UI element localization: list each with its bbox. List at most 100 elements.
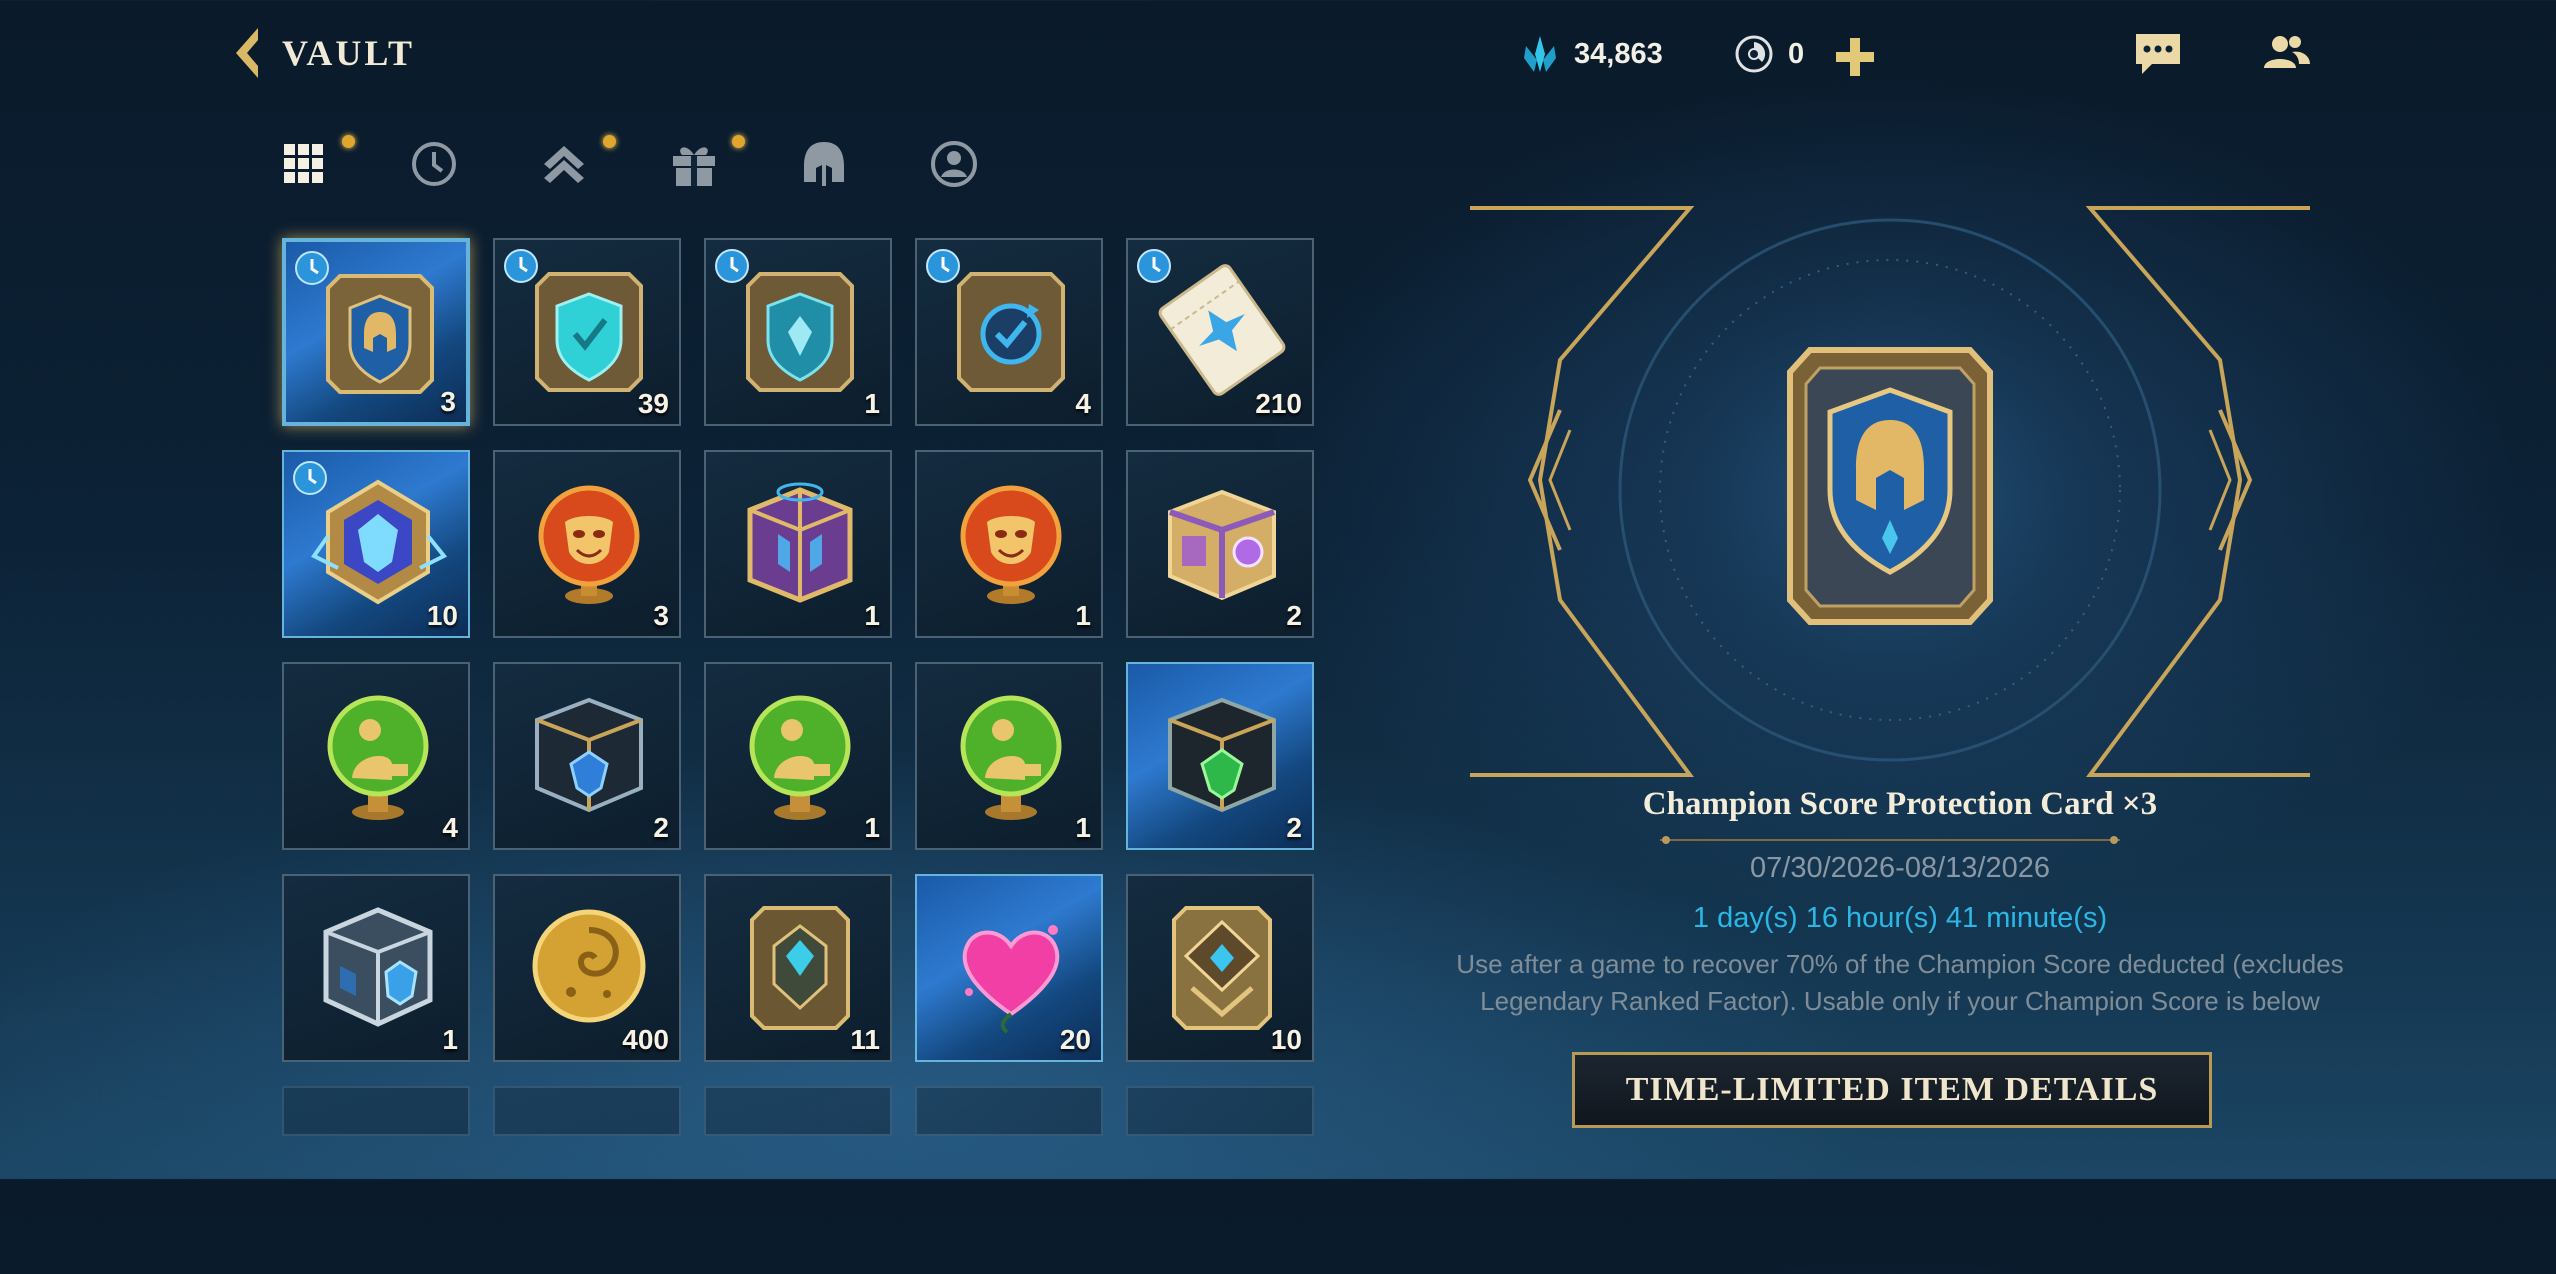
- tab-gifts[interactable]: [666, 136, 722, 192]
- vault-item-slot-partial[interactable]: [282, 1086, 470, 1136]
- vault-item-slot[interactable]: 2: [1126, 662, 1314, 850]
- item-count: 1: [864, 600, 880, 631]
- vault-item-slot[interactable]: 210: [1126, 238, 1314, 426]
- notification-dot: [603, 135, 616, 148]
- add-currency-button[interactable]: [1832, 34, 1878, 80]
- item-count: 4: [1075, 388, 1091, 419]
- vault-item-slot[interactable]: 10: [282, 450, 470, 638]
- helmet-icon: [804, 142, 844, 186]
- crystal-balance: 34,863: [1518, 32, 1663, 76]
- pink-heart-icon: [962, 925, 1060, 1034]
- item-description: Use after a game to recover 70% of the C…: [1456, 949, 2344, 1016]
- vault-item-slot[interactable]: 20: [915, 874, 1103, 1062]
- tab-all-items[interactable]: [276, 136, 332, 192]
- item-count: 1: [1075, 600, 1091, 631]
- tab-champions[interactable]: [796, 136, 852, 192]
- item-count: 11: [850, 1024, 880, 1055]
- time-limited-clock-icon: [295, 251, 329, 285]
- profile-icon: [931, 141, 977, 187]
- tab-rank[interactable]: [536, 136, 592, 192]
- notification-dot: [342, 135, 355, 148]
- vault-item-slot[interactable]: 3: [282, 238, 470, 426]
- vault-item-slot[interactable]: 400: [493, 874, 681, 1062]
- blue-crystal-icon: [1524, 36, 1556, 72]
- vault-item-slot[interactable]: 1: [282, 874, 470, 1062]
- item-count: 3: [440, 386, 456, 417]
- green-orb-icon: [327, 695, 429, 820]
- notification-dot: [732, 135, 745, 148]
- item-count: 20: [1059, 1024, 1091, 1055]
- vault-item-slot[interactable]: 1: [704, 662, 892, 850]
- core-balance: 0: [1732, 32, 1804, 76]
- item-grid: 3 39 1 4 210 10 3 1 1 2 4 2 1 1 2 1 400 11 20 10: [282, 238, 1314, 1274]
- item-count: 1: [442, 1024, 458, 1055]
- time-limited-clock-icon: [926, 249, 960, 283]
- vault-item-slot-partial[interactable]: [1126, 1086, 1314, 1136]
- history-clock-icon: [412, 142, 456, 186]
- vault-item-slot[interactable]: 11: [704, 874, 892, 1062]
- red-emote-orb-icon: [538, 485, 640, 604]
- rank-card-icon: [1172, 906, 1272, 1030]
- item-count: 3: [653, 600, 669, 631]
- time-limited-item-details-button[interactable]: TIME-LIMITED ITEM DETAILS: [1572, 1052, 2212, 1128]
- page-title: VAULT: [282, 33, 416, 73]
- gold-coin-icon: [532, 909, 646, 1023]
- vault-item-slot[interactable]: 3: [493, 450, 681, 638]
- item-count: 39: [637, 388, 669, 419]
- item-count: 4: [442, 812, 458, 843]
- vault-item-slot[interactable]: 1: [915, 662, 1103, 850]
- item-count: 2: [653, 812, 669, 843]
- title-divider: [1660, 836, 2120, 844]
- item-count: 1: [864, 388, 880, 419]
- item-count: 10: [426, 600, 458, 631]
- vault-item-slot[interactable]: 4: [282, 662, 470, 850]
- vault-item-slot[interactable]: 1: [704, 450, 892, 638]
- silver-cube-icon: [323, 907, 433, 1027]
- validity-dates: 07/30/2026-08/13/2026: [1750, 852, 2050, 884]
- item-count: 2: [1286, 600, 1302, 631]
- champion-card-icon: [326, 274, 434, 394]
- green-chest-icon: [1168, 697, 1276, 813]
- item-preview-frame: [1470, 206, 2310, 777]
- item-count: 2: [1286, 812, 1302, 843]
- shield-card-icon: [746, 272, 854, 392]
- purple-gold-chest-icon: [1168, 489, 1276, 601]
- item-count: 10: [1270, 1024, 1302, 1055]
- chevron-left-icon: [236, 28, 258, 78]
- vault-item-slot[interactable]: 4: [915, 238, 1103, 426]
- vault-item-slot-partial[interactable]: [704, 1086, 892, 1136]
- green-orb-icon: [960, 695, 1062, 820]
- green-orb-icon: [749, 695, 851, 820]
- refresh-card-icon: [957, 272, 1065, 392]
- tab-time-limited[interactable]: [406, 136, 462, 192]
- vault-item-slot[interactable]: 2: [493, 662, 681, 850]
- gem-card-icon: [750, 906, 850, 1030]
- remaining-time: 1 day(s) 16 hour(s) 41 minute(s): [1692, 902, 2108, 934]
- vault-item-slot[interactable]: 2: [1126, 450, 1314, 638]
- vault-item-slot-partial[interactable]: [493, 1086, 681, 1136]
- grid-view-icon: [284, 144, 323, 183]
- crystal-amount: 34,863: [1574, 37, 1663, 70]
- purple-chest-icon: [747, 482, 853, 603]
- core-amount: 0: [1788, 37, 1805, 70]
- dark-blue-chest-icon: [535, 697, 643, 813]
- vault-item-slot[interactable]: 39: [493, 238, 681, 426]
- friends-icon[interactable]: [2260, 30, 2312, 78]
- back-button[interactable]: VAULT: [230, 26, 415, 80]
- chat-icon[interactable]: [2132, 30, 2184, 78]
- vault-item-slot-partial[interactable]: [915, 1086, 1103, 1136]
- vault-item-slot[interactable]: 1: [704, 238, 892, 426]
- time-limited-clock-icon: [504, 249, 538, 283]
- vault-item-slot[interactable]: 1: [915, 450, 1103, 638]
- item-count: 1: [1075, 812, 1091, 843]
- rank-chevron-icon: [544, 146, 584, 183]
- item-count: 210: [1255, 388, 1302, 419]
- time-limited-clock-icon: [1137, 249, 1171, 283]
- gift-icon: [673, 147, 715, 186]
- time-limited-clock-icon: [293, 461, 327, 495]
- blue-gem-emblem-icon: [311, 479, 448, 605]
- tab-profile[interactable]: [926, 136, 982, 192]
- vault-item-slot[interactable]: 10: [1126, 874, 1314, 1062]
- item-count: 1: [864, 812, 880, 843]
- wild-core-icon: [1735, 35, 1773, 73]
